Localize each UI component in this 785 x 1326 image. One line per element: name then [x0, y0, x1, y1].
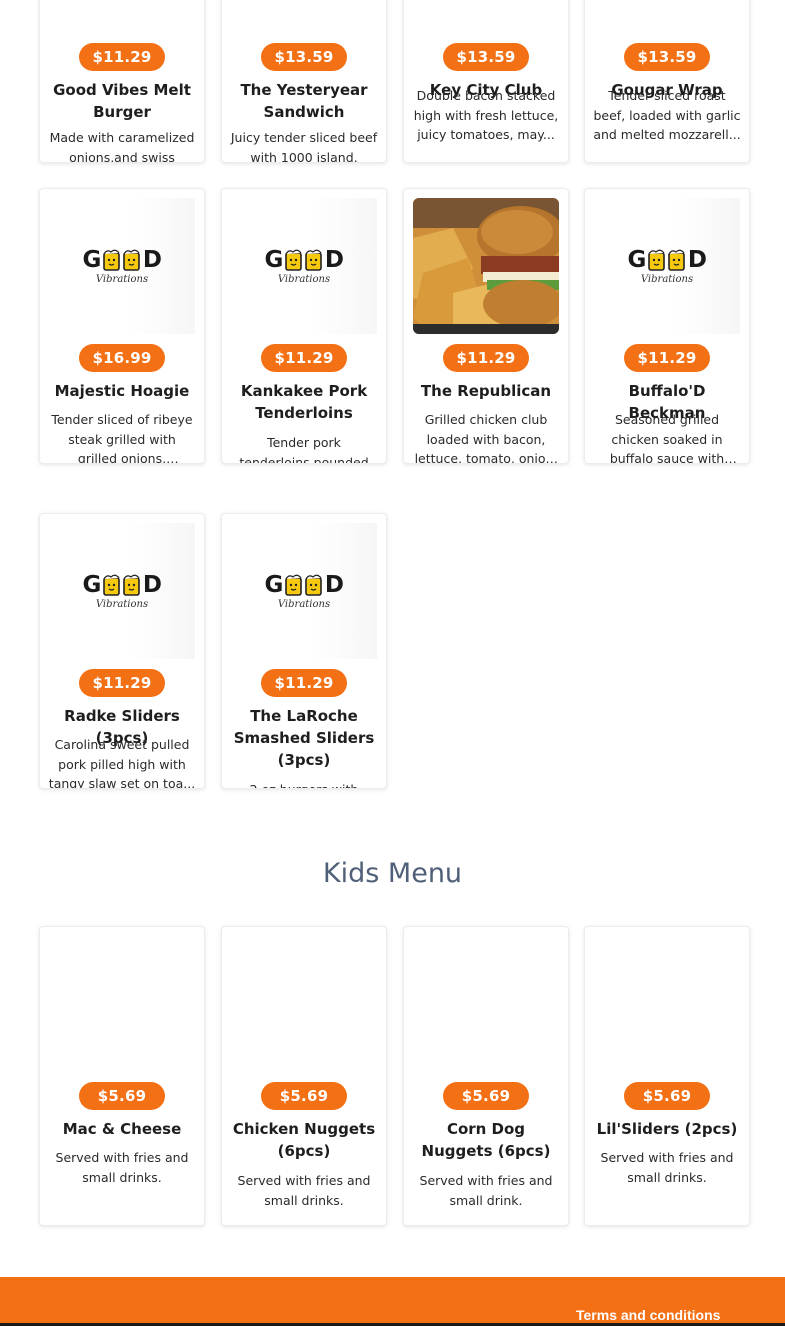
- price-badge: $13.59: [443, 43, 529, 71]
- item-description: Tender pork tenderloins pounded out, sea…: [239, 435, 369, 464]
- item-image: [49, 936, 195, 1072]
- section-title-kids-menu: Kids Menu: [322, 858, 463, 889]
- item-description: Served with fries and small drink.: [419, 1173, 553, 1208]
- menu-item-card[interactable]: $11.29 Good Vibes Melt Burger Made with …: [39, 0, 205, 163]
- menu-item-card[interactable]: GD Vibrations $11.29 Buffalo'D Beckman S…: [584, 188, 750, 464]
- menu-item-card[interactable]: GD Vibrations $11.29 Kankakee Pork Tende…: [221, 188, 387, 464]
- item-name: The Republican: [420, 382, 552, 400]
- item-description: Made with caramelized onions,and swiss c…: [49, 130, 195, 163]
- item-name: Corn Dog Nuggets (6pcs): [421, 1120, 551, 1160]
- item-description: Tender sliced roast beef, loaded with ga…: [593, 88, 741, 142]
- menu-item-card[interactable]: $5.69 Mac & Cheese Served with fries and…: [39, 926, 205, 1226]
- menu-item-card[interactable]: GD Vibrations $11.29 Radke Sliders (3pcs…: [39, 513, 205, 789]
- menu-item-card[interactable]: $13.59 Key City Club Double bacon stacke…: [403, 0, 569, 163]
- item-name: Chicken Nuggets (6pcs): [232, 1120, 376, 1160]
- item-image: [594, 936, 740, 1072]
- item-image: GD Vibrations: [231, 523, 377, 659]
- price-badge: $13.59: [624, 43, 710, 71]
- item-description: 2 oz burgers with: [230, 780, 378, 788]
- item-description: Served with fries and small drinks.: [55, 1150, 189, 1185]
- price-badge: $5.69: [79, 1082, 165, 1110]
- menu-item-card[interactable]: $5.69 Corn Dog Nuggets (6pcs) Served wit…: [403, 926, 569, 1226]
- item-name: Mac & Cheese: [62, 1120, 182, 1138]
- price-badge: $16.99: [79, 344, 165, 372]
- good-vibrations-logo: GD Vibrations: [264, 246, 344, 285]
- price-badge: $5.69: [624, 1082, 710, 1110]
- item-name: Lil'Sliders (2pcs): [596, 1120, 738, 1138]
- menu-item-card[interactable]: GD Vibrations $11.29 The LaRoche Smashed…: [221, 513, 387, 789]
- item-name: Majestic Hoagie: [54, 382, 190, 400]
- item-image: GD Vibrations: [49, 523, 195, 659]
- price-badge: $5.69: [443, 1082, 529, 1110]
- item-description: Tender sliced of ribeye steak grilled wi…: [51, 412, 193, 464]
- price-badge: $11.29: [443, 344, 529, 372]
- item-name: The Yesteryear Sandwich: [240, 81, 368, 121]
- price-badge: $5.69: [261, 1082, 347, 1110]
- footer: Terms and conditions: [0, 1277, 785, 1326]
- item-description: Carolina sweet pulled pork pilled high w…: [48, 737, 196, 789]
- good-vibrations-logo: GD Vibrations: [82, 246, 162, 285]
- item-description: Seasoned grilled chicken soaked in buffa…: [609, 412, 725, 464]
- menu-item-card[interactable]: $13.59 Gougar Wrap Tender sliced roast b…: [584, 0, 750, 163]
- price-badge: $11.29: [79, 43, 165, 71]
- good-vibrations-logo: GD Vibrations: [82, 571, 162, 610]
- item-description: Served with fries and small drinks.: [600, 1150, 734, 1185]
- menu-item-card[interactable]: $5.69 Lil'Sliders (2pcs) Served with fri…: [584, 926, 750, 1226]
- item-image: GD Vibrations: [231, 198, 377, 334]
- item-name: The LaRoche Smashed Sliders (3pcs): [233, 707, 375, 769]
- item-description: Double bacon stacked high with fresh let…: [413, 88, 559, 142]
- menu-item-card[interactable]: $5.69 Chicken Nuggets (6pcs) Served with…: [221, 926, 387, 1226]
- menu-item-card[interactable]: $11.29 The Republican Grilled chicken cl…: [403, 188, 569, 464]
- price-badge: $11.29: [261, 344, 347, 372]
- item-description: Grilled chicken club loaded with bacon, …: [414, 412, 558, 464]
- item-description: Juicy tender sliced beef with 1000 islan…: [230, 130, 378, 163]
- menu-item-card[interactable]: $13.59 The Yesteryear Sandwich Juicy ten…: [221, 0, 387, 163]
- item-image: [413, 198, 559, 334]
- menu-item-card[interactable]: GD Vibrations $16.99 Majestic Hoagie Ten…: [39, 188, 205, 464]
- sandwich-photo: [413, 198, 559, 334]
- price-badge: $11.29: [624, 344, 710, 372]
- item-image: GD Vibrations: [49, 198, 195, 334]
- item-name: Good Vibes Melt Burger: [53, 81, 191, 121]
- terms-and-conditions-link[interactable]: Terms and conditions: [576, 1307, 720, 1323]
- price-badge: $11.29: [261, 669, 347, 697]
- item-image: [413, 936, 559, 1072]
- item-image: GD Vibrations: [594, 198, 740, 334]
- price-badge: $13.59: [261, 43, 347, 71]
- good-vibrations-logo: GD Vibrations: [627, 246, 707, 285]
- item-name: Kankakee Pork Tenderloins: [240, 382, 368, 422]
- item-image: [231, 936, 377, 1072]
- price-badge: $11.29: [79, 669, 165, 697]
- good-vibrations-logo: GD Vibrations: [264, 571, 344, 610]
- item-description: Served with fries and small drinks.: [237, 1173, 371, 1208]
